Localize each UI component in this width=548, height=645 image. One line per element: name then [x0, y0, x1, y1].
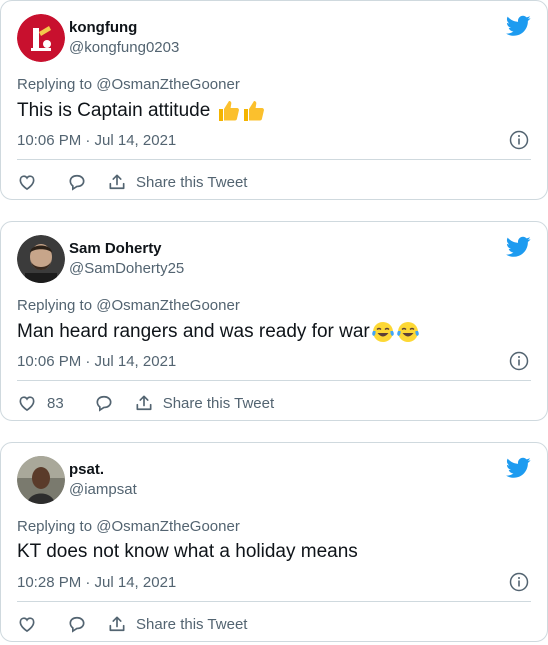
action-bar: Share this Tweet	[17, 171, 247, 193]
share-button[interactable]: Share this Tweet	[107, 172, 247, 192]
share-button[interactable]: Share this Tweet	[134, 393, 274, 413]
display-name[interactable]: kongfung	[69, 19, 137, 36]
divider	[17, 601, 531, 602]
comment-icon	[69, 616, 85, 633]
user-handle[interactable]: @iampsat	[69, 481, 137, 498]
like-count: 83	[47, 394, 64, 412]
info-icon[interactable]	[509, 572, 529, 592]
twitter-bird-icon[interactable]	[506, 15, 531, 37]
info-icon[interactable]	[509, 351, 529, 371]
replying-to[interactable]: Replying to @OsmanZtheGooner	[17, 518, 240, 535]
replying-to[interactable]: Replying to @OsmanZtheGooner	[17, 76, 240, 93]
tweet-text: KT does not know what a holiday means	[17, 541, 358, 563]
user-handle[interactable]: @SamDoherty25	[69, 260, 184, 277]
replying-to[interactable]: Replying to @OsmanZtheGooner	[17, 297, 240, 314]
tweet-text-content: KT does not know what a holiday means	[17, 541, 358, 562]
twitter-bird-icon[interactable]	[506, 457, 531, 479]
like-button[interactable]	[17, 172, 37, 192]
timestamp[interactable]: 10:06 PM · Jul 14, 2021	[17, 353, 176, 370]
share-icon	[109, 174, 125, 190]
tweet-card[interactable]: kongfung @kongfung0203 Replying to @Osma…	[0, 0, 548, 200]
share-label[interactable]: Share this Tweet	[163, 395, 274, 412]
user-handle[interactable]: @kongfung0203	[69, 39, 179, 56]
timestamp[interactable]: 10:28 PM · Jul 14, 2021	[17, 574, 176, 591]
tweet-text-content: This is Captain attitude	[17, 100, 211, 121]
share-icon	[109, 616, 125, 632]
timestamp[interactable]: 10:06 PM · Jul 14, 2021	[17, 132, 176, 149]
avatar[interactable]	[17, 456, 65, 504]
share-button[interactable]: Share this Tweet	[107, 614, 247, 634]
heart-icon	[19, 617, 35, 633]
reply-button[interactable]	[94, 393, 114, 413]
heart-icon	[19, 396, 35, 412]
share-label[interactable]: Share this Tweet	[136, 616, 247, 633]
avatar[interactable]	[17, 14, 65, 62]
like-button[interactable]: 83	[17, 393, 70, 413]
action-bar: 83 Share this Tweet	[17, 392, 274, 414]
comment-icon	[69, 174, 85, 191]
action-bar: Share this Tweet	[17, 613, 247, 635]
avatar[interactable]	[17, 235, 65, 283]
tweet-card[interactable]: psat. @iampsat Replying to @OsmanZtheGoo…	[0, 442, 548, 642]
tweet-card[interactable]: Sam Doherty @SamDoherty25 Replying to @O…	[0, 221, 548, 421]
tears-of-joy-emoji-icon	[371, 322, 394, 342]
tweet-text: Man heard rangers and was ready for war	[17, 320, 420, 344]
divider	[17, 159, 531, 160]
display-name[interactable]: Sam Doherty	[69, 240, 162, 257]
tears-of-joy-emoji-icon	[396, 322, 419, 342]
info-icon[interactable]	[509, 130, 529, 150]
share-label[interactable]: Share this Tweet	[136, 174, 247, 191]
divider	[17, 380, 531, 381]
share-icon	[136, 395, 152, 411]
tweet-text: This is Captain attitude	[17, 99, 266, 123]
reply-button[interactable]	[67, 172, 87, 192]
twitter-bird-icon[interactable]	[506, 236, 531, 258]
reply-button[interactable]	[67, 614, 87, 634]
comment-icon	[96, 395, 112, 412]
display-name[interactable]: psat.	[69, 461, 104, 478]
heart-icon	[19, 175, 35, 191]
like-button[interactable]	[17, 614, 37, 634]
thumbs-up-emoji-icon	[244, 101, 265, 121]
tweet-text-content: Man heard rangers and was ready for war	[17, 321, 370, 342]
thumbs-up-emoji-icon	[219, 101, 240, 121]
